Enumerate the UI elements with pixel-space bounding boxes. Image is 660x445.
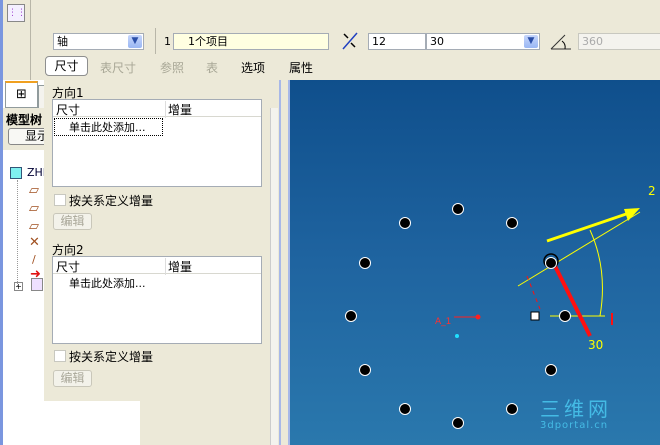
datum-plane-icon: ▱ <box>29 183 39 198</box>
tab-model-tree[interactable]: ⊞ <box>5 81 38 108</box>
tab-options[interactable]: 选项 <box>241 59 265 76</box>
col-increment: 增量 <box>165 258 192 275</box>
watermark-logo: 三维网 3dportal.cn <box>540 398 612 431</box>
tree-dotted-line <box>17 180 18 286</box>
tab-properties[interactable]: 属性 <box>289 59 313 76</box>
datum-plane-icon: ▱ <box>29 201 39 216</box>
direction1-table[interactable]: 尺寸 增量 单击此处添加... <box>52 99 262 187</box>
separator <box>30 0 31 80</box>
panel-scrollbar[interactable] <box>270 108 278 445</box>
graphics-window[interactable]: 2 30 A_1 三维网 3dportal.cn <box>290 80 660 445</box>
pattern-type-value: 轴 <box>57 35 68 48</box>
pattern-count-input[interactable]: 12 <box>368 33 426 50</box>
direction-arrow[interactable] <box>546 209 636 243</box>
chevron-down-icon[interactable]: ▼ <box>128 35 142 48</box>
col-increment: 增量 <box>165 101 192 118</box>
pattern-member-point[interactable] <box>452 203 464 215</box>
count-label: 1 <box>164 35 171 48</box>
axis-label: A_1 <box>435 317 452 327</box>
pattern-member-point[interactable] <box>398 217 411 230</box>
pattern-member-point[interactable] <box>345 310 357 322</box>
increment-select[interactable]: 30 ▼ <box>426 33 540 50</box>
pattern-type-select[interactable]: 轴 ▼ <box>53 33 144 50</box>
angle-label[interactable]: 30 <box>588 338 603 352</box>
items-field[interactable]: 1个项目 <box>173 33 329 50</box>
direction2-table[interactable]: 尺寸 增量 单击此处添加... <box>52 256 262 344</box>
tree-title: 模型树 <box>6 113 43 127</box>
pattern-member-point[interactable] <box>559 310 571 322</box>
tab-references[interactable]: 参照 <box>160 59 184 76</box>
chevron-down-icon[interactable]: ▼ <box>524 35 538 48</box>
pattern-feature-icon <box>31 278 43 291</box>
pattern-member-point[interactable] <box>544 256 557 269</box>
pattern-preview <box>454 208 641 338</box>
datum-plane-icon: ▱ <box>29 219 39 234</box>
direction2-relation-checkbox[interactable] <box>54 350 66 362</box>
pattern-member-point[interactable] <box>505 402 518 415</box>
pattern-member-point[interactable] <box>359 256 372 269</box>
pattern-icon[interactable]: ⋮⋮⋮ <box>7 4 35 22</box>
axis-icon: / <box>32 253 36 266</box>
pattern-member-point[interactable] <box>544 363 557 376</box>
total-angle-input[interactable]: 360 <box>578 33 660 50</box>
direction2-edit-button[interactable]: 编辑 <box>53 370 92 387</box>
part-icon <box>10 167 22 179</box>
direction2-relation-label: 按关系定义增量 <box>69 350 154 364</box>
count-label[interactable]: 2 <box>648 184 656 198</box>
angle-icon <box>550 32 572 52</box>
left-edge <box>0 0 3 80</box>
pattern-member-point[interactable] <box>505 217 518 230</box>
pattern-member-point[interactable] <box>452 417 464 429</box>
separator <box>155 28 156 54</box>
direction1-relation-label: 按关系定义增量 <box>69 194 154 208</box>
tab-dimensions[interactable]: 尺寸 <box>45 56 88 76</box>
direction1-edit-button[interactable]: 编辑 <box>53 213 92 230</box>
col-dimension: 尺寸 <box>56 260 81 274</box>
tab-table-dimensions[interactable]: 表尺寸 <box>100 59 136 76</box>
arrow-head-icon <box>624 208 640 221</box>
drag-handle[interactable] <box>530 311 540 321</box>
sash-divider[interactable] <box>279 80 290 445</box>
increment-value: 30 <box>430 35 444 48</box>
add-row[interactable]: 单击此处添加... <box>54 118 163 136</box>
tab-table[interactable]: 表 <box>206 59 218 76</box>
watermark-text: 3dportal.cn <box>540 420 609 431</box>
watermark-title: 三维网 <box>540 397 612 421</box>
col-dimension: 尺寸 <box>56 103 81 117</box>
direction1-relation-checkbox[interactable] <box>54 194 66 206</box>
csys-icon: ✕ <box>29 235 40 250</box>
expand-icon[interactable]: + <box>14 282 23 291</box>
pattern-member-point[interactable] <box>359 363 372 376</box>
add-row[interactable]: 单击此处添加... <box>54 275 261 291</box>
distance-icon <box>341 31 359 51</box>
pattern-member-point[interactable] <box>398 402 411 415</box>
